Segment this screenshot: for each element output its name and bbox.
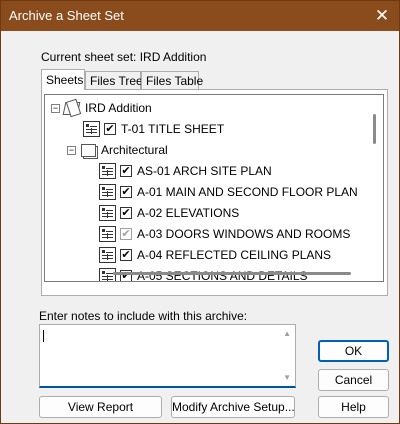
ok-button[interactable]: OK <box>318 340 389 362</box>
close-icon[interactable]: ✕ <box>369 3 395 29</box>
collapse-icon[interactable]: − <box>67 145 76 155</box>
vertical-scrollbar[interactable] <box>371 99 379 277</box>
sheet-label: A-04 REFLECTED CEILING PLANS <box>137 248 332 262</box>
sheet-label: A-02 ELEVATIONS <box>137 206 240 220</box>
collapse-icon[interactable]: − <box>51 103 60 113</box>
modify-archive-setup-button[interactable]: Modify Archive Setup... <box>171 396 295 418</box>
sheet-checkbox[interactable]: ✔ <box>120 186 132 198</box>
sheet-icon <box>99 163 116 179</box>
sheet-label: A-03 DOORS WINDOWS AND ROOMS <box>137 227 351 241</box>
scroll-up-icon[interactable]: ▲ <box>283 329 291 338</box>
sheet-checkbox[interactable]: ✔ <box>104 123 116 135</box>
scroll-thumb[interactable] <box>373 114 376 144</box>
tree-item-sheet[interactable]: ✔ A-04 REFLECTED CEILING PLANS <box>99 245 331 265</box>
help-button[interactable]: Help <box>318 396 389 418</box>
title-bar: Archive a Sheet Set ✕ <box>1 1 399 31</box>
tree-item-sheet[interactable]: ✔ AS-01 ARCH SITE PLAN <box>99 161 272 181</box>
sheet-icon <box>99 205 116 221</box>
sheet-label: AS-01 ARCH SITE PLAN <box>137 164 272 178</box>
horizontal-scrollbar[interactable] <box>53 269 373 277</box>
tree-item-sheet[interactable]: ✔ A-01 MAIN AND SECOND FLOOR PLAN <box>99 182 358 202</box>
scroll-down-icon[interactable]: ▼ <box>283 373 291 382</box>
sheet-checkbox[interactable]: ✔ <box>120 207 132 219</box>
tree-item-sheet[interactable]: ✔ A-02 ELEVATIONS <box>99 203 239 223</box>
tree-root[interactable]: − IRD Addition <box>51 98 152 118</box>
current-sheet-set-label: Current sheet set: IRD Addition <box>41 50 207 64</box>
sheet-label: T-01 TITLE SHEET <box>121 122 225 136</box>
sheet-icon <box>99 247 116 263</box>
subset-icon <box>79 142 97 158</box>
sheet-checkbox[interactable]: ✔ <box>120 249 132 261</box>
tab-sheets[interactable]: Sheets <box>41 69 85 90</box>
notes-textarea[interactable]: ▲ ▼ <box>39 324 296 388</box>
sheet-icon <box>83 121 100 137</box>
sheets-tab-panel: − IRD Addition ✔ T-01 TITLE SHEET − Arch… <box>41 89 388 296</box>
sheet-checkbox[interactable]: ✔ <box>120 165 132 177</box>
tree-item-sheet[interactable]: ✔ A-03 DOORS WINDOWS AND ROOMS <box>99 224 350 244</box>
sheet-icon <box>99 226 116 242</box>
tree-item-subset[interactable]: − Architectural <box>67 140 168 160</box>
sheet-set-icon <box>63 100 81 116</box>
tree-root-label: IRD Addition <box>85 101 152 115</box>
dialog-title: Archive a Sheet Set <box>9 8 124 23</box>
sheet-label: A-01 MAIN AND SECOND FLOOR PLAN <box>137 185 358 199</box>
subset-label: Architectural <box>101 143 168 157</box>
view-report-button[interactable]: View Report <box>39 396 162 418</box>
sheet-checkbox[interactable]: ✔ <box>120 228 132 240</box>
tab-files-table[interactable]: Files Table <box>141 71 203 89</box>
text-caret <box>43 330 44 342</box>
tree-item-sheet[interactable]: ✔ T-01 TITLE SHEET <box>83 119 224 139</box>
tab-files-tree[interactable]: Files Tree <box>85 71 143 89</box>
notes-label: Enter notes to include with this archive… <box>39 309 248 323</box>
scroll-thumb[interactable] <box>113 272 351 275</box>
sheet-tree[interactable]: − IRD Addition ✔ T-01 TITLE SHEET − Arch… <box>44 94 384 282</box>
archive-dialog: Archive a Sheet Set ✕ Current sheet set:… <box>0 0 400 424</box>
sheet-icon <box>99 184 116 200</box>
cancel-button[interactable]: Cancel <box>318 369 389 391</box>
